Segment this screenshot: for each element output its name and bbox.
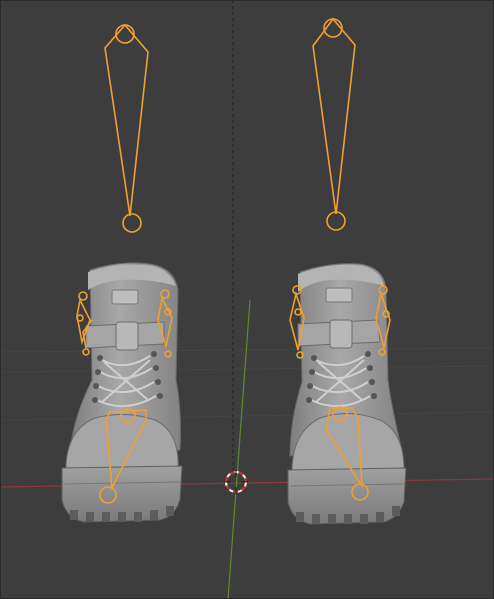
boot-mesh-right[interactable] bbox=[287, 263, 407, 525]
3d-viewport[interactable] bbox=[0, 0, 494, 599]
bone-icon[interactable] bbox=[104, 23, 149, 233]
viewport-canvas[interactable] bbox=[0, 0, 494, 599]
bone-icon[interactable] bbox=[312, 17, 356, 231]
3d-cursor-icon[interactable] bbox=[224, 470, 248, 494]
y-axis-line bbox=[227, 299, 251, 599]
floor-grid bbox=[0, 347, 494, 421]
